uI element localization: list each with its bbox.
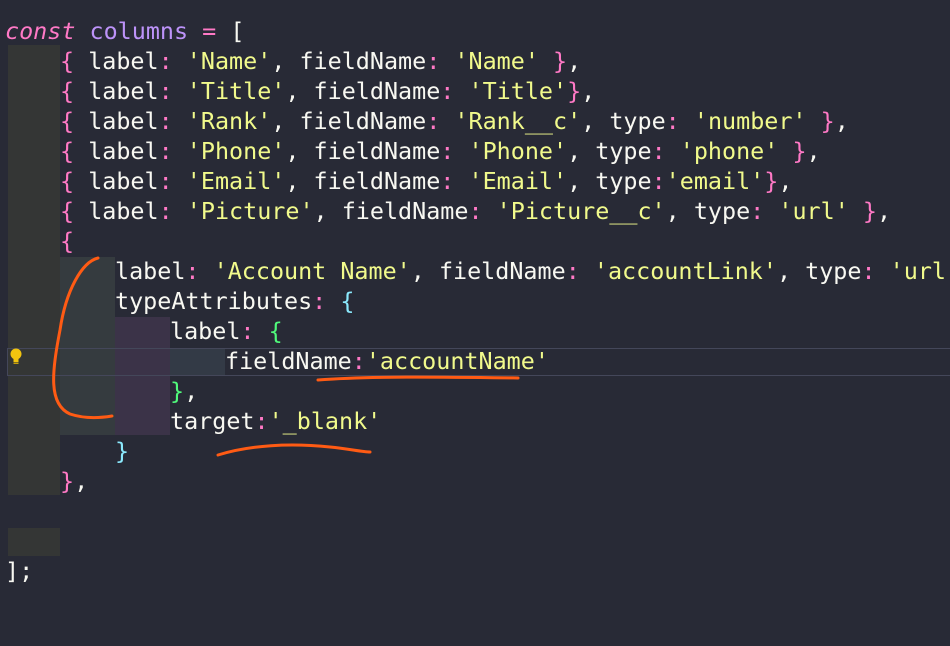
property-key: type [609, 107, 666, 135]
string-value: 'Picture__c' [496, 197, 666, 225]
code-line[interactable]: label: { [0, 316, 950, 346]
code-line-current[interactable]: fieldName:'accountName' [0, 346, 950, 376]
property-key: label [115, 257, 186, 285]
property-key: fieldName [299, 47, 427, 75]
identifier: columns [89, 17, 189, 45]
code-line[interactable]: ]; [0, 556, 950, 586]
code-line[interactable]: typeAttributes: { [0, 286, 950, 316]
code-line[interactable]: } [0, 436, 950, 466]
code-line[interactable]: { label: 'Picture', fieldName: 'Picture_… [0, 196, 950, 226]
property-key: label [88, 197, 159, 225]
string-value: '_blank' [268, 407, 382, 435]
code-line[interactable]: const columns = [ [0, 16, 950, 46]
property-key: label [88, 47, 159, 75]
code-line[interactable]: { label: 'Title', fieldName: 'Title'}, [0, 76, 950, 106]
property-key: label [88, 77, 159, 105]
property-key: label [170, 317, 241, 345]
property-key: type [595, 167, 652, 195]
string-value: 'number' [693, 107, 807, 135]
property-key: type [693, 197, 751, 225]
string-value: 'Account Name' [213, 257, 411, 285]
property-key: fieldName [438, 257, 566, 285]
code-editor[interactable]: const columns = [ { label: 'Name', field… [0, 0, 950, 593]
string-value: 'url' [889, 257, 950, 285]
string-value: 'Title' [468, 77, 568, 105]
operator: = [188, 17, 231, 45]
string-value: 'Phone' [468, 137, 568, 165]
code-line[interactable]: { label: 'Rank', fieldName: 'Rank__c', t… [0, 106, 950, 136]
property-key: type [595, 137, 652, 165]
string-value: 'Title' [186, 77, 286, 105]
string-value: 'Email' [186, 167, 286, 195]
string-value: 'Email' [468, 167, 568, 195]
property-key: target [170, 407, 255, 435]
code-line[interactable]: { label: 'Email', fieldName: 'Email', ty… [0, 166, 950, 196]
property-key: fieldName [313, 167, 441, 195]
closing-bracket: ]; [5, 557, 34, 585]
string-value: 'Picture' [186, 197, 314, 225]
string-value: 'Name' [454, 47, 539, 75]
string-value: 'email' [665, 167, 765, 195]
property-key: fieldName [313, 137, 441, 165]
property-key: label [88, 167, 159, 195]
string-value: 'accountLink' [593, 257, 777, 285]
code-line[interactable]: }, [0, 466, 950, 496]
property-key: type [805, 257, 862, 285]
property-key: fieldName [341, 197, 469, 225]
keyword: const [5, 17, 76, 45]
string-value: 'Rank__c' [454, 107, 582, 135]
property-key: fieldName [225, 347, 352, 375]
bracket: [ [230, 17, 245, 45]
property-key: label [88, 137, 159, 165]
string-value: 'Phone' [186, 137, 286, 165]
property-key: fieldName [299, 107, 427, 135]
code-line[interactable]: label: 'Account Name', fieldName: 'accou… [0, 256, 950, 286]
code-line[interactable]: }, [0, 376, 950, 406]
string-value: 'Rank' [186, 107, 272, 135]
string-value: 'url' [778, 197, 849, 225]
string-value: 'Name' [186, 47, 272, 75]
code-line[interactable]: { label: 'Name', fieldName: 'Name' }, [0, 46, 950, 76]
code-line[interactable]: target:'_blank' [0, 406, 950, 436]
property-key: fieldName [313, 77, 441, 105]
property-key: label [88, 107, 159, 135]
property-key: typeAttributes [115, 287, 313, 315]
code-line[interactable]: { label: 'Phone', fieldName: 'Phone', ty… [0, 136, 950, 166]
string-value: 'accountName' [365, 347, 549, 375]
string-value: 'phone' [679, 137, 779, 165]
code-line[interactable]: { [0, 226, 950, 256]
